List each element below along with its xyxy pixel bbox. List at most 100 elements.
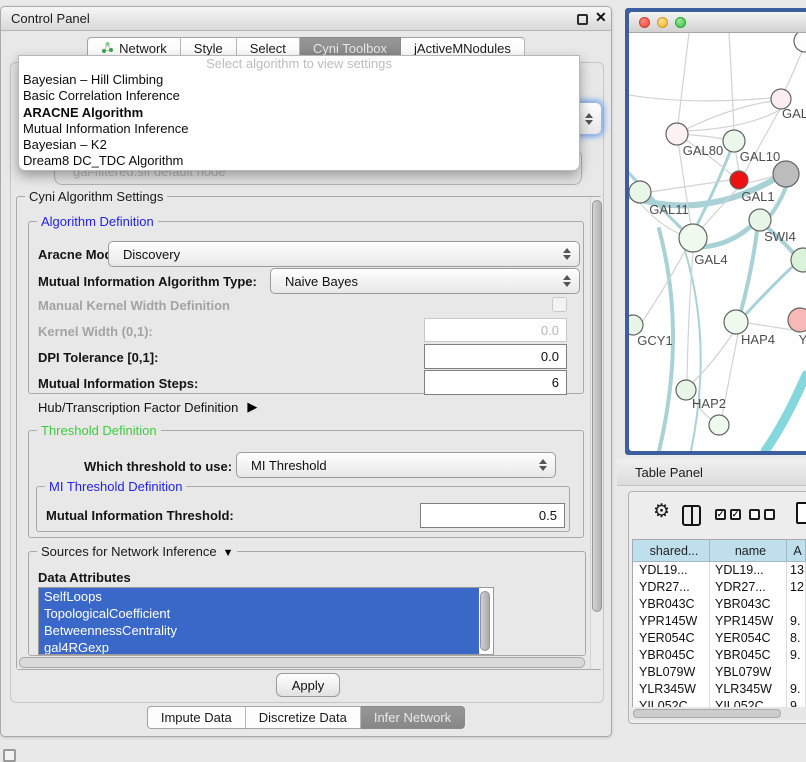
which-threshold-value: MI Threshold <box>251 458 327 473</box>
algorithm-definition-title: Algorithm Definition <box>37 214 158 229</box>
mi-steps-field[interactable]: 6 <box>424 370 567 395</box>
node-bottom-green[interactable] <box>709 415 729 435</box>
table-cell: 13 <box>787 562 806 579</box>
close-icon[interactable]: ✕ <box>595 9 607 26</box>
attributes-list-scrollbar[interactable] <box>479 589 492 653</box>
column-header-a[interactable]: A <box>787 540 806 562</box>
attribute-item-betweennesscentrality[interactable]: BetweennessCentrality <box>39 622 479 639</box>
table-cell: YER054C <box>633 630 710 647</box>
tab-impute-data[interactable]: Impute Data <box>147 706 246 729</box>
apply-button[interactable]: Apply <box>276 673 340 697</box>
table-cell: YDL19... <box>710 562 787 579</box>
which-threshold-combobox[interactable]: MI Threshold <box>236 452 556 478</box>
dropdown-item-basic-correlation-inference[interactable]: Basic Correlation Inference <box>19 88 579 104</box>
table-cell: YDL19... <box>633 562 710 579</box>
table-cell: YBR045C <box>633 647 710 664</box>
tab-discretize-data[interactable]: Discretize Data <box>246 706 361 729</box>
tab-infer-network[interactable]: Infer Network <box>361 706 465 729</box>
settings-horizontal-scrollbar[interactable] <box>17 656 589 669</box>
column-header-shared[interactable]: shared... <box>633 540 710 562</box>
control-panel-title: Control Panel <box>11 11 90 26</box>
close-traffic-light-icon[interactable] <box>639 17 650 28</box>
file-icon[interactable] <box>796 502 806 524</box>
dropdown-item-mutual-information-inference[interactable]: Mutual Information Inference <box>19 121 579 137</box>
table-row[interactable]: YLR345WYLR345W9. <box>633 681 806 698</box>
node-gal11-label: GAL11 <box>649 202 689 217</box>
table-panel-titlebar[interactable]: Table Panel <box>617 459 806 486</box>
table-cell: YLR345W <box>710 681 787 698</box>
dpi-tolerance-field[interactable]: 0.0 <box>424 344 567 369</box>
mi-steps-label: Mutual Information Steps: <box>38 376 198 391</box>
node-gal11[interactable] <box>629 181 651 203</box>
hub-transcription-section-toggle[interactable]: Hub/Transcription Factor Definition ▶ <box>38 399 257 415</box>
network-canvas[interactable]: GALGAL80GAL10GAL1GAL11SWI4GAL4GCY1HAP4YH… <box>629 33 806 451</box>
dropdown-item-bayesian-hill-climbing[interactable]: Bayesian – Hill Climbing <box>19 72 579 88</box>
network-window: GALGAL80GAL10GAL1GAL11SWI4GAL4GCY1HAP4YH… <box>629 12 806 451</box>
manual-kernel-checkbox[interactable] <box>552 297 567 312</box>
dropdown-item-dream8-dc-tdc-algorithm[interactable]: Dream8 DC_TDC Algorithm <box>19 153 579 169</box>
mi-type-value: Naive Bayes <box>285 274 358 289</box>
table-row[interactable]: YBR045CYBR045C9. <box>633 647 806 664</box>
table-panel-body: ⚙ ✓✓ shared...nameA YDL19...YDL19...13YD… <box>628 491 806 724</box>
table-row[interactable]: YBR043CYBR043C <box>633 596 806 613</box>
mi-type-combobox[interactable]: Naive Bayes <box>270 268 580 294</box>
control-panel-bottom-tabs: Impute Data Discretize DataInfer Network <box>1 706 611 729</box>
node-gal1[interactable] <box>730 171 748 189</box>
attribute-item-selfloops[interactable]: SelfLoops <box>39 588 479 605</box>
zoom-traffic-light-icon[interactable] <box>675 17 686 28</box>
dropdown-item-aracne-algorithm[interactable]: ARACNE Algorithm <box>19 105 579 121</box>
attribute-item-gal4rgexp[interactable]: gal4RGexp <box>39 639 479 655</box>
expand-arrow-icon[interactable]: ▶ <box>247 399 257 415</box>
node-y-cut[interactable] <box>788 308 806 332</box>
combo-arrows-icon <box>539 459 547 471</box>
tab-label: Impute Data <box>161 710 232 725</box>
table-cell: YPR145W <box>710 613 787 630</box>
kernel-width-label: Kernel Width (0,1): <box>38 324 153 339</box>
table-cell: 12 <box>787 579 806 596</box>
tab-label: Network <box>119 41 167 56</box>
network-edge <box>629 95 771 101</box>
table-cell: 9. <box>787 613 806 630</box>
deselect-all-icon[interactable] <box>749 509 775 520</box>
table-cell <box>787 664 806 681</box>
data-attributes-label: Data Attributes <box>38 570 131 585</box>
node-gal-cut-label: GAL <box>782 106 806 121</box>
aracne-mode-combobox[interactable]: Discovery <box>108 241 580 267</box>
dropdown-item-bayesian-k2[interactable]: Bayesian – K2 <box>19 137 579 153</box>
tab-label: Select <box>250 41 286 56</box>
select-all-icon[interactable]: ✓✓ <box>715 509 741 520</box>
columns-icon[interactable] <box>682 505 701 526</box>
network-window-titlebar[interactable] <box>629 12 806 33</box>
table-horizontal-scrollbar[interactable] <box>630 707 806 720</box>
table-row[interactable]: YBL079WYBL079W <box>633 664 806 681</box>
column-header-name[interactable]: name <box>710 540 787 562</box>
float-window-icon[interactable] <box>577 14 588 25</box>
mi-threshold-field[interactable]: 0.5 <box>420 503 565 528</box>
kernel-width-field[interactable]: 0.0 <box>424 318 567 342</box>
sources-group-title: Sources for Network Inference <box>41 544 217 559</box>
node-gal4[interactable] <box>679 224 707 252</box>
table-row[interactable]: YDL19...YDL19...13 <box>633 562 806 579</box>
node-hap4[interactable] <box>724 310 748 334</box>
table-row[interactable]: YDR27...YDR27...12 <box>633 579 806 596</box>
table-row[interactable]: YER054CYER054C8. <box>633 630 806 647</box>
table-row[interactable]: YPR145WYPR145W9. <box>633 613 806 630</box>
collapse-arrow-icon[interactable]: ▼ <box>223 547 234 559</box>
node-gal80[interactable] <box>666 123 688 145</box>
algorithm-dropdown-prompt: Select algorithm to view settings <box>19 56 579 72</box>
network-edge <box>693 333 733 382</box>
dpi-tolerance-label: DPI Tolerance [0,1]: <box>38 350 158 365</box>
node-top-cut[interactable] <box>794 33 806 52</box>
node-gcy1[interactable] <box>629 315 643 335</box>
mi-threshold-label: Mutual Information Threshold: <box>46 508 234 523</box>
node-swi4[interactable] <box>749 209 771 231</box>
minimize-traffic-light-icon[interactable] <box>657 17 668 28</box>
attribute-item-topologicalcoefficient[interactable]: TopologicalCoefficient <box>39 605 479 622</box>
node-gray[interactable] <box>773 161 799 187</box>
minimized-window-icon[interactable] <box>3 749 16 762</box>
table-toolbar: ⚙ ✓✓ <box>629 504 806 532</box>
data-attributes-list[interactable]: SelfLoopsTopologicalCoefficientBetweenne… <box>38 587 494 655</box>
gear-icon[interactable]: ⚙ <box>653 500 670 523</box>
settings-vertical-scrollbar[interactable] <box>590 197 602 669</box>
control-panel-titlebar[interactable]: Control Panel ✕ <box>1 7 611 31</box>
